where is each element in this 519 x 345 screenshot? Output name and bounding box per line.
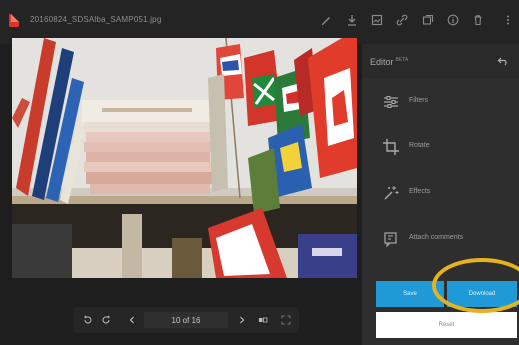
tool-label: Rotate: [409, 142, 430, 149]
file-icon: [9, 14, 19, 27]
beta-badge: BETA: [395, 57, 409, 63]
comment-icon: [384, 232, 397, 248]
fullscreen-icon[interactable]: [278, 312, 294, 328]
editor-title-text: Editor: [370, 57, 394, 67]
tool-label: Filters: [409, 97, 429, 104]
reset-button[interactable]: Reset: [376, 312, 517, 338]
photo-icon[interactable]: [369, 12, 385, 28]
tool-label: Effects: [409, 188, 431, 195]
slideshow-icon[interactable]: [420, 12, 436, 28]
tool-rotate[interactable]: Rotate: [362, 132, 519, 162]
photo-navigator: 10 of 16: [74, 307, 299, 333]
save-button[interactable]: Save: [376, 281, 444, 307]
previous-icon[interactable]: [124, 312, 140, 328]
undo-icon[interactable]: [497, 56, 509, 66]
rotate-left-icon[interactable]: [80, 312, 96, 328]
tool-filters[interactable]: Filters: [362, 87, 519, 117]
tool-attach-comments[interactable]: Attach comments: [362, 224, 519, 254]
file-name: 20160824_SDSAlba_SAMP051.jpg: [30, 15, 162, 24]
info-icon[interactable]: [445, 12, 461, 28]
photo-counter: 10 of 16: [144, 312, 228, 328]
download-button[interactable]: Download: [447, 281, 517, 307]
next-icon[interactable]: [234, 312, 250, 328]
compare-icon[interactable]: [254, 312, 272, 328]
download-icon[interactable]: [344, 12, 360, 28]
rotate-right-icon[interactable]: [98, 312, 114, 328]
sliders-icon: [384, 96, 398, 108]
photo-preview: [12, 38, 357, 278]
crop-icon: [383, 139, 399, 155]
link-icon[interactable]: [394, 12, 410, 28]
tool-effects[interactable]: Effects: [362, 178, 519, 208]
editor-header: Editor BETA: [362, 44, 519, 78]
more-icon[interactable]: [500, 12, 516, 28]
edit-icon[interactable]: [318, 12, 334, 28]
sparkle-icon: [384, 186, 399, 200]
editor-title: Editor BETA: [370, 57, 408, 67]
trash-icon[interactable]: [470, 12, 486, 28]
tool-label: Attach comments: [409, 234, 464, 241]
